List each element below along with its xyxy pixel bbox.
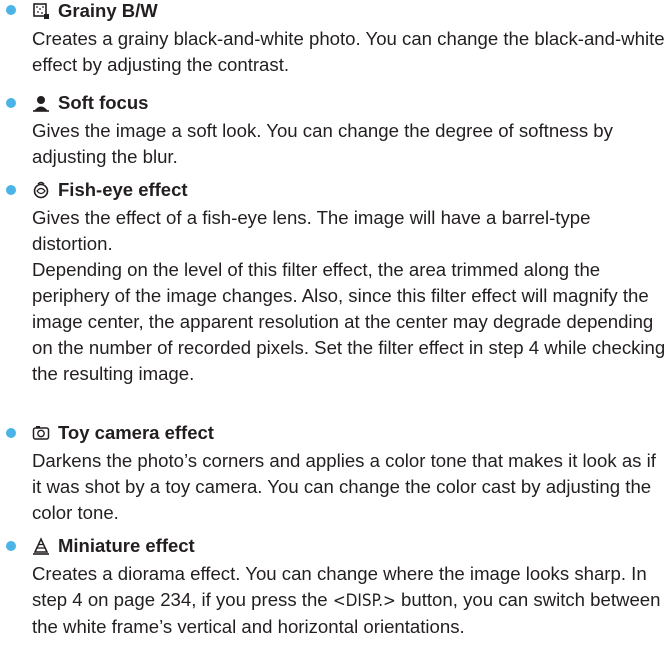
entry-title: Fish-eye effect [58,179,188,200]
entry-title: Soft focus [58,92,149,113]
entry-paragraph: Gives the image a soft look. You can cha… [32,120,613,167]
entry-heading: Toy camera effect [32,422,214,444]
toy-camera-icon [32,426,50,440]
entry-title: Toy camera effect [58,422,214,443]
entry-paragraph: Gives the effect of a fish-eye lens. The… [32,207,591,254]
entry-description: Creates a diorama effect. You can change… [32,561,668,640]
entry-paragraph: Darkens the photo’s corners and applies … [32,450,656,523]
entry-description: Gives the image a soft look. You can cha… [32,118,668,170]
bullet-marker [6,5,16,15]
entry-heading: Grainy B/W [32,0,158,22]
fish-eye-icon [33,181,49,199]
bullet-marker [6,541,16,551]
miniature-icon [33,537,49,555]
entry-heading: Miniature effect [32,535,195,557]
disp-button-label: <DISP.> [332,591,396,611]
entry-description: Darkens the photo’s corners and applies … [32,448,668,526]
grainy-bw-icon [33,3,49,19]
entry-heading: Fish-eye effect [32,179,188,201]
entry-paragraph: Creates a diorama effect. You can change… [32,561,668,640]
entry-paragraph: Depending on the level of this filter ef… [32,259,666,384]
entry-description: Gives the effect of a fish-eye lens. The… [32,205,668,387]
soft-focus-icon [33,96,49,112]
bullet-marker [6,185,16,195]
entry-description: Creates a grainy black-and-white photo. … [32,26,668,78]
bullet-marker [6,98,16,108]
entry-paragraph: Creates a grainy black-and-white photo. … [32,28,665,75]
entry-title: Grainy B/W [58,0,158,21]
entry-heading: Soft focus [32,92,148,114]
entry-title: Miniature effect [58,535,195,556]
bullet-marker [6,428,16,438]
